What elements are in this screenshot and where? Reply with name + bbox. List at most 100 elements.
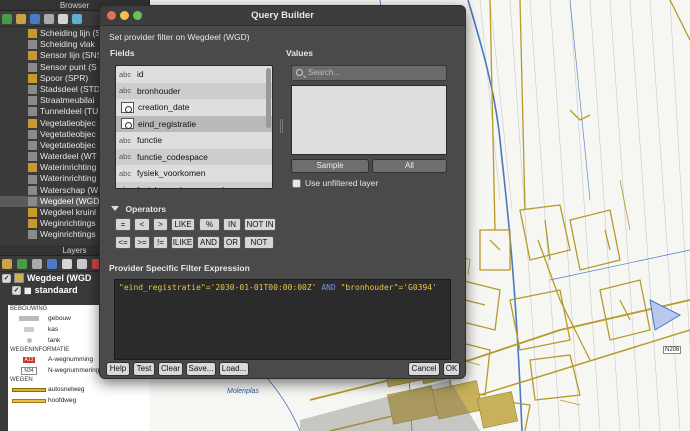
load-button[interactable]: Load... xyxy=(219,362,249,376)
refresh-icon[interactable] xyxy=(2,13,12,24)
layer-type-icon xyxy=(28,40,37,50)
operator-button[interactable]: NOT IN xyxy=(244,218,276,231)
operator-button[interactable]: < xyxy=(134,218,150,231)
filter-expression-editor[interactable]: "eind_registratie"='2030-01-01T00:00:00Z… xyxy=(114,279,451,360)
values-list[interactable] xyxy=(291,85,447,155)
add-group-icon[interactable] xyxy=(17,258,27,269)
field-item[interactable]: creation_date xyxy=(116,99,272,116)
fields-scrollbar[interactable] xyxy=(266,68,271,128)
browser-tree-label: Waterschap (W xyxy=(40,184,99,195)
operator-button[interactable]: IN xyxy=(223,218,241,231)
operator-button[interactable]: NOT xyxy=(244,236,274,249)
layer-type-icon xyxy=(28,73,37,83)
field-item[interactable]: abc fysiek_voorkomen xyxy=(116,165,272,182)
browser-tree-label: Straatmeubilai xyxy=(40,95,95,106)
filter-icon[interactable] xyxy=(30,13,40,24)
operator-button[interactable]: ILIKE xyxy=(171,236,194,249)
expression-part-1: "eind_registratie"='2030-01-01T00:00:00Z… xyxy=(119,283,317,292)
operator-button[interactable]: <= xyxy=(115,236,131,249)
field-item[interactable]: abc functie_codespace xyxy=(116,148,272,165)
a-road-badge-icon: A13 xyxy=(22,356,36,363)
field-item[interactable]: abc id xyxy=(116,66,272,83)
help-button[interactable]: Help xyxy=(106,362,130,376)
browser-tree-label: Weginrichtings xyxy=(40,218,96,229)
fields-heading: Fields xyxy=(110,48,135,58)
text-type-icon: abc xyxy=(119,86,132,96)
text-type-icon: abc xyxy=(119,168,132,178)
layer-type-icon xyxy=(28,129,37,139)
info-icon[interactable] xyxy=(72,13,82,24)
values-search-input[interactable]: Search... xyxy=(291,65,447,81)
cancel-button[interactable]: Cancel xyxy=(408,362,440,376)
layer-type-icon xyxy=(28,107,37,117)
query-builder-dialog: Query Builder Set provider filter on Weg… xyxy=(99,5,466,379)
browser-tree-label: Scheiding lijn (S xyxy=(40,28,101,38)
layer-type-icon xyxy=(28,85,37,95)
layer-type-icon xyxy=(28,174,37,184)
layer-type-icon xyxy=(28,196,37,206)
operator-button[interactable]: >= xyxy=(134,236,150,249)
eye-icon[interactable] xyxy=(32,258,42,269)
style-icon[interactable] xyxy=(2,258,12,269)
field-item[interactable]: abc functie xyxy=(116,132,272,149)
collapse-arrow-icon xyxy=(111,206,119,212)
dialog-titlebar[interactable]: Query Builder xyxy=(100,6,465,26)
fields-list[interactable]: abc id abc bronhouder creation_date eind_regi… xyxy=(115,65,273,189)
browser-tree-label: Waterinrichting xyxy=(40,162,97,173)
layer-type-icon xyxy=(28,51,37,61)
grid-icon: ▦ xyxy=(24,285,32,295)
operators-heading: Operators xyxy=(125,203,167,214)
operators-toggle[interactable]: Operators xyxy=(111,203,166,214)
sublayer-visibility-checkbox[interactable]: ✓ xyxy=(12,285,21,295)
browser-tree-label: Weginrichtings xyxy=(40,229,96,240)
field-item[interactable]: abcfysiek_voorkomen_codespace xyxy=(116,181,272,188)
field-name: bronhouder xyxy=(137,85,181,96)
layer-type-icon xyxy=(28,118,37,128)
field-name: functie_codespace xyxy=(137,151,208,162)
collapse-icon[interactable] xyxy=(44,13,54,24)
expand-icon[interactable] xyxy=(62,258,72,269)
operator-button[interactable]: OR xyxy=(223,236,241,249)
layer-type-icon xyxy=(28,219,37,229)
operator-button[interactable]: % xyxy=(199,218,220,231)
filter-legend-icon[interactable] xyxy=(47,258,57,269)
test-button[interactable]: Test xyxy=(133,362,155,376)
browser-tree-label: Spoor (SPR) xyxy=(40,72,89,83)
datetime-type-icon xyxy=(121,101,134,113)
field-item[interactable]: abc bronhouder xyxy=(116,82,272,99)
operator-button[interactable]: != xyxy=(153,236,168,249)
ok-button[interactable]: OK xyxy=(443,362,460,376)
add-icon[interactable] xyxy=(16,13,26,24)
browser-tree-label: Waterinrichting xyxy=(40,173,97,184)
browser-tree-label: Stadsdeel (STD xyxy=(40,83,100,94)
browser-tree-label: Vegetatieobjec xyxy=(40,139,96,150)
operator-button[interactable]: LIKE xyxy=(171,218,195,231)
operator-button[interactable]: = xyxy=(115,218,131,231)
search-placeholder: Search... xyxy=(308,68,341,77)
text-type-icon: abc xyxy=(119,69,132,79)
operator-button[interactable]: AND xyxy=(197,236,220,249)
splitter-handle[interactable] xyxy=(280,119,283,133)
save-button[interactable]: Save... xyxy=(186,362,216,376)
field-name: id xyxy=(137,69,144,80)
browser-tree-label: Sensor lijn (SNS xyxy=(40,50,103,61)
text-type-icon: abc xyxy=(119,152,132,162)
operator-button[interactable]: > xyxy=(153,218,168,231)
properties-icon[interactable] xyxy=(58,13,68,24)
browser-tree-label: Vegetatieobjec xyxy=(40,128,96,139)
clear-button[interactable]: Clear xyxy=(158,362,183,376)
hoofdweg-symbol-icon xyxy=(12,398,46,403)
layer-type-icon xyxy=(28,96,37,106)
layer-visibility-checkbox[interactable]: ✓ xyxy=(2,273,11,283)
layer-type-icon xyxy=(28,140,37,150)
legend-hoofdweg: hoofdweg xyxy=(8,395,150,406)
autosnelweg-symbol-icon xyxy=(12,387,46,392)
sample-button[interactable]: Sample xyxy=(291,159,369,173)
n-road-badge-icon: N34 xyxy=(21,366,37,375)
field-item[interactable]: eind_registratie xyxy=(116,115,272,132)
values-heading: Values xyxy=(286,48,313,58)
collapse-all-icon[interactable] xyxy=(77,258,87,269)
layer-type-icon xyxy=(28,163,37,173)
all-button[interactable]: All xyxy=(372,159,447,173)
use-unfiltered-checkbox[interactable] xyxy=(292,179,301,188)
